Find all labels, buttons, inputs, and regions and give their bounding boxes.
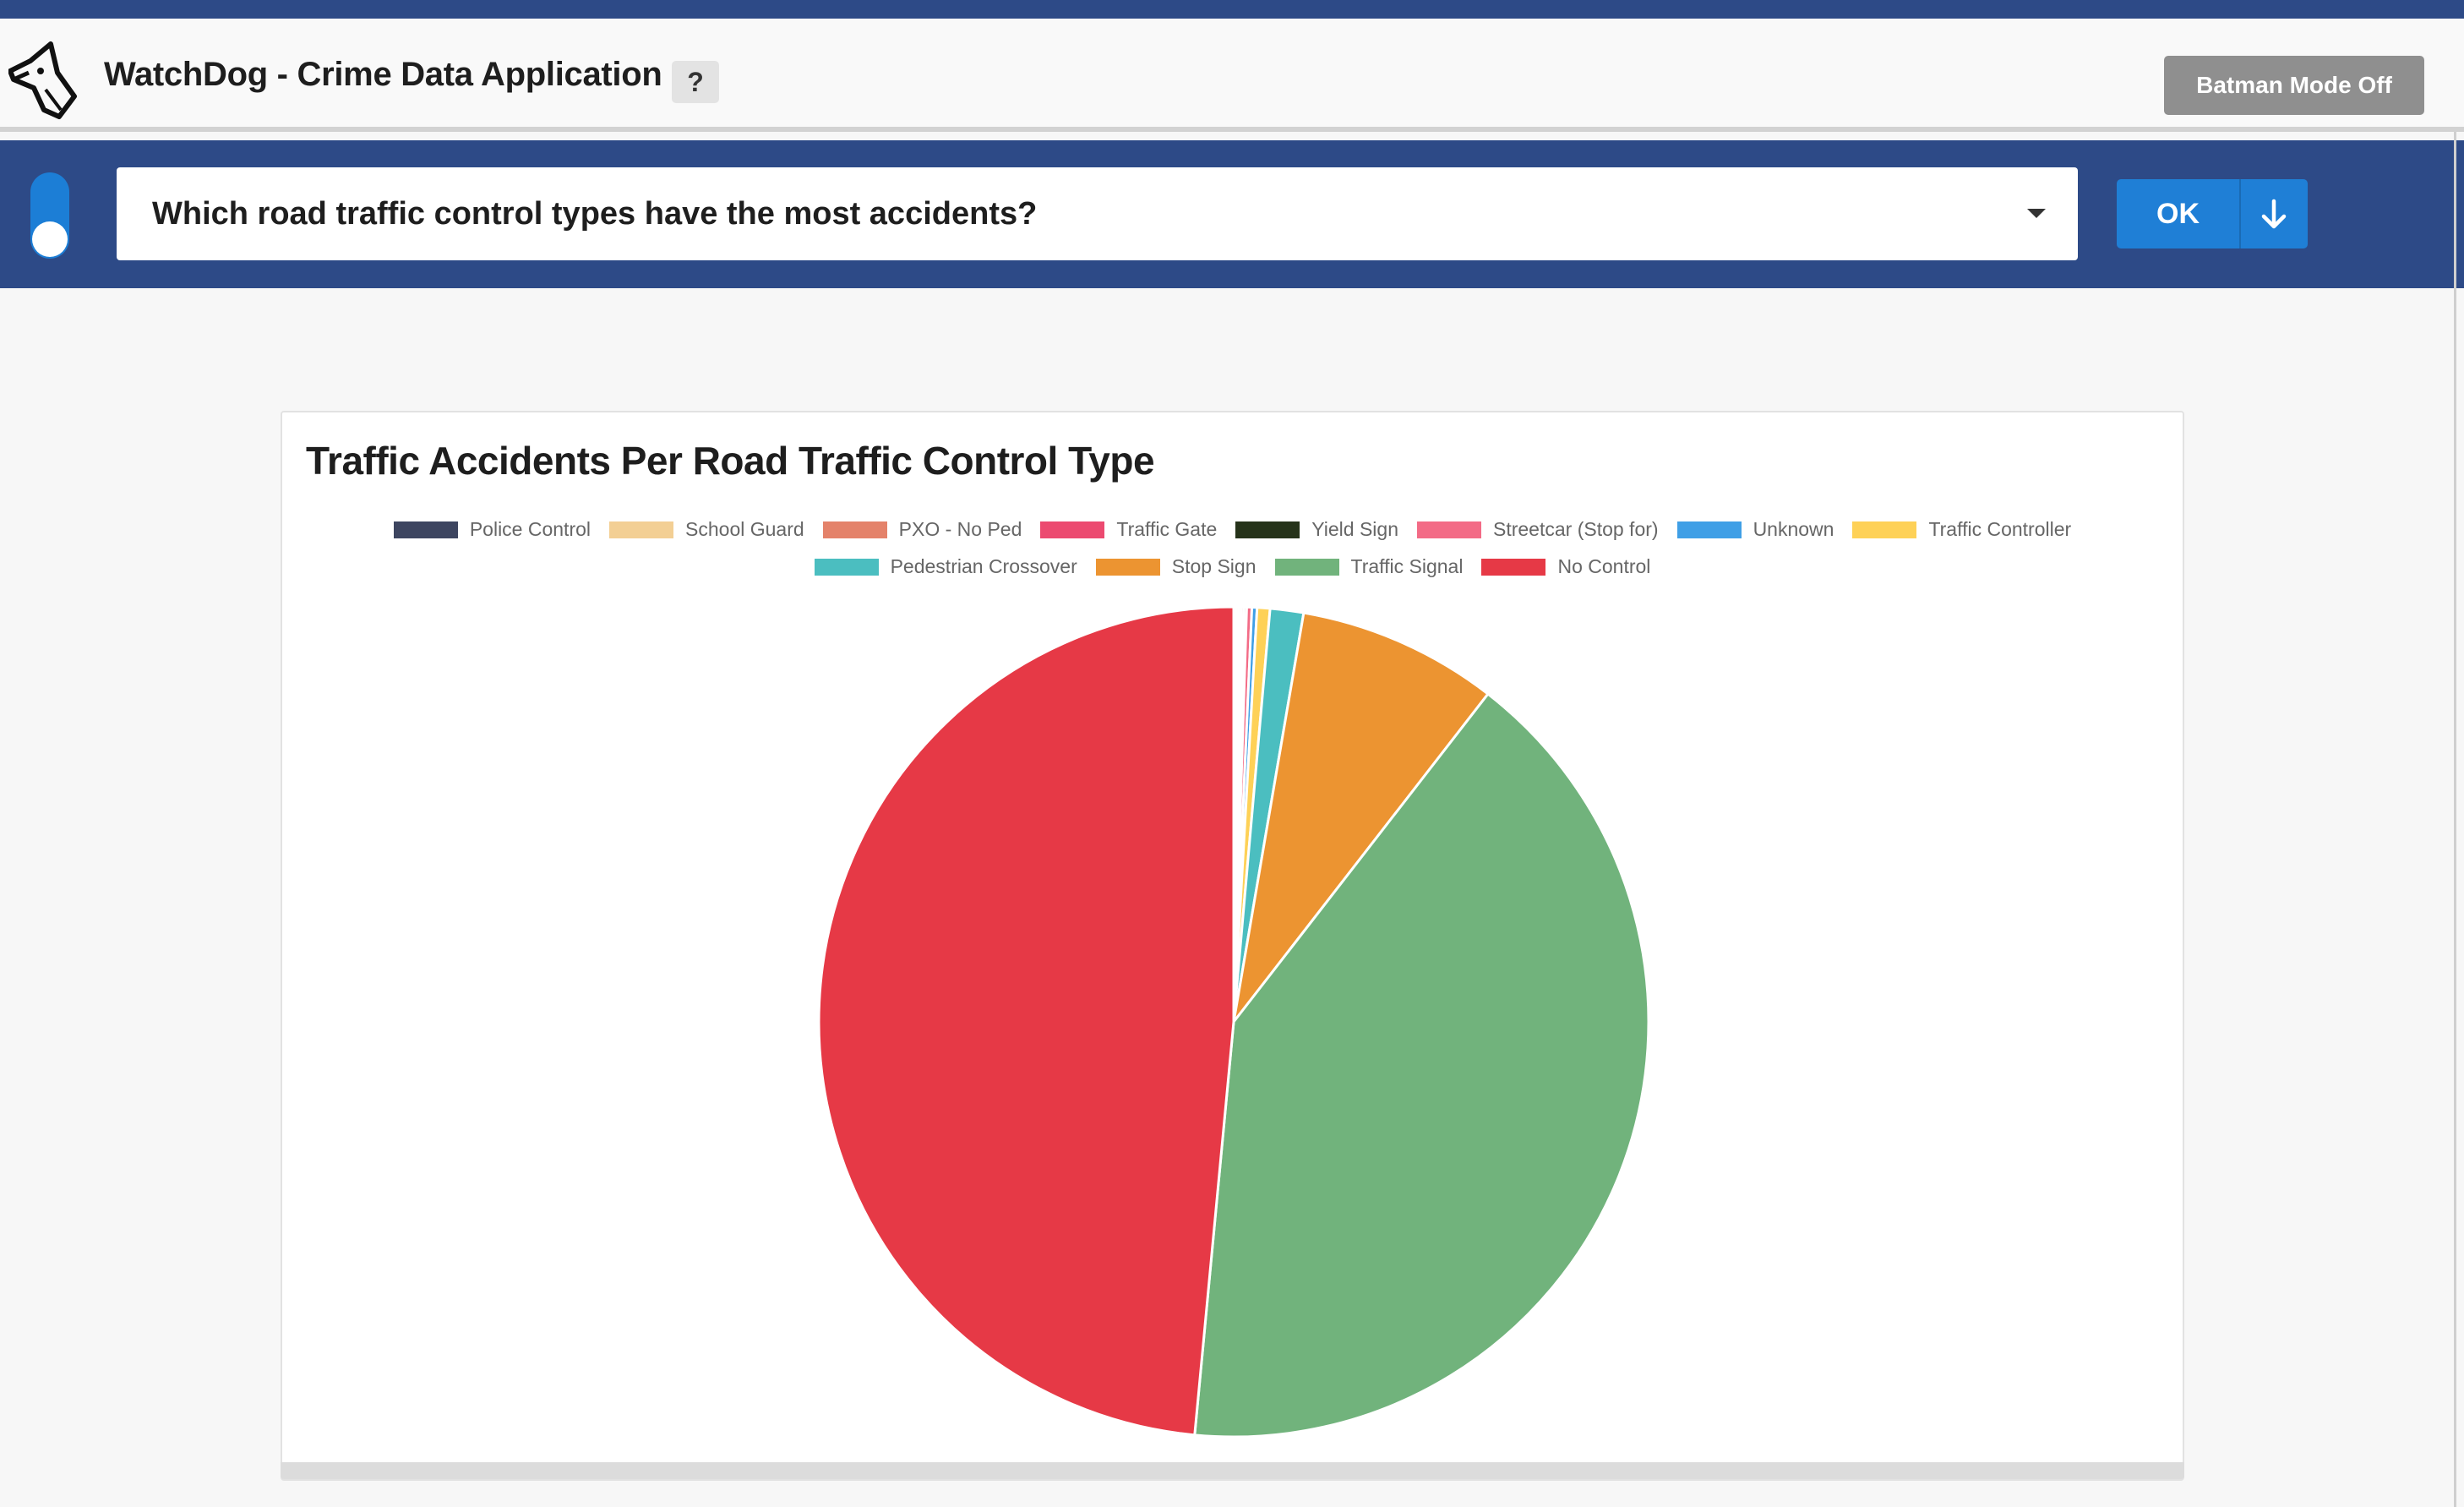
query-select-dropdown[interactable]: Which road traffic control types have th… (117, 167, 2078, 260)
toggle-knob (32, 221, 68, 257)
top-stripe (0, 0, 2464, 19)
card-footer (281, 1462, 2184, 1479)
caret-down-icon (2027, 209, 2046, 218)
app-header: WatchDog - Crime Data Application ? Batm… (0, 19, 2464, 132)
batman-mode-toggle-button[interactable]: Batman Mode Off (2164, 56, 2424, 115)
query-toggle-switch[interactable] (30, 172, 69, 259)
download-button[interactable] (2241, 179, 2308, 248)
help-button[interactable]: ? (672, 61, 719, 103)
page-scrollbar[interactable] (2454, 132, 2456, 1507)
app-title: WatchDog - Crime Data Application (104, 56, 662, 93)
arrow-down-icon (2261, 199, 2287, 229)
pie-slice-no-control[interactable] (817, 605, 1235, 1437)
ok-button[interactable]: OK (2117, 179, 2239, 248)
watchdog-logo-icon (8, 41, 77, 119)
ok-button-group: OK (2117, 179, 2308, 248)
query-selected-text: Which road traffic control types have th… (152, 196, 1038, 232)
pie-chart (817, 605, 1650, 1439)
chart-card: Traffic Accidents Per Road Traffic Contr… (281, 411, 2184, 1481)
query-bar: Which road traffic control types have th… (0, 140, 2464, 288)
